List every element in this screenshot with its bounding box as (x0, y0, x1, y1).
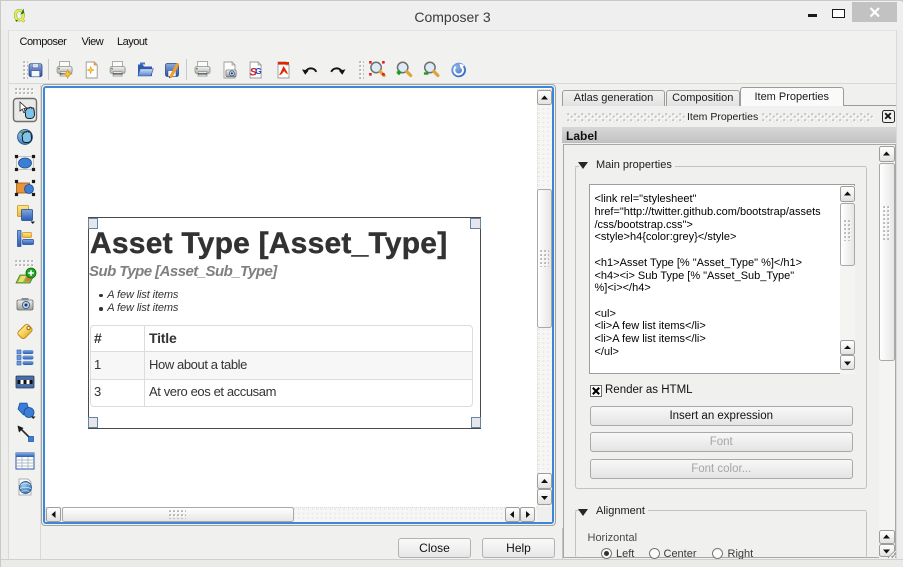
svg-text:G: G (255, 66, 262, 76)
